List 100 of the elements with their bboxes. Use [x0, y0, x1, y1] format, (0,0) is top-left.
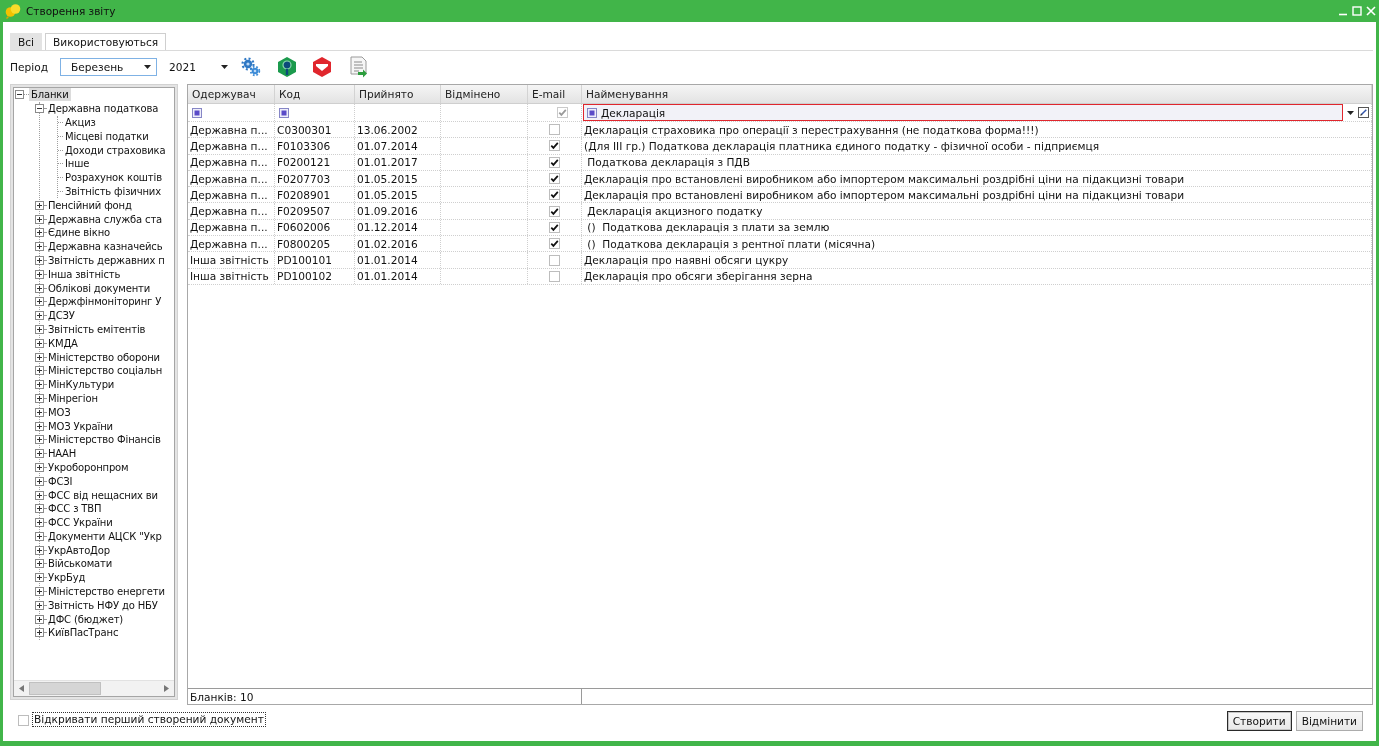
- column-header[interactable]: Одержувач: [188, 85, 275, 103]
- tree-item[interactable]: Державна казначейсь: [46, 240, 165, 254]
- expand-icon[interactable]: [35, 393, 44, 403]
- tree-item[interactable]: Міністерство оборони: [46, 350, 162, 364]
- checkbox[interactable]: [549, 124, 560, 136]
- expand-icon[interactable]: [35, 214, 44, 224]
- expand-icon[interactable]: [35, 614, 44, 624]
- column-header[interactable]: Найменування: [582, 85, 1372, 103]
- caret-icon[interactable]: [1347, 110, 1354, 115]
- tree-item[interactable]: Розрахунок коштів: [63, 171, 164, 185]
- expand-icon[interactable]: [35, 269, 44, 279]
- checkbox[interactable]: [549, 189, 560, 201]
- tree-item[interactable]: ФСС з ТВП: [46, 502, 104, 516]
- tree-item[interactable]: МОЗ України: [46, 419, 115, 433]
- expand-icon[interactable]: [35, 297, 44, 307]
- expand-icon[interactable]: [35, 504, 44, 514]
- tree-item[interactable]: Облікові документи: [46, 281, 153, 295]
- checkbox[interactable]: [549, 238, 560, 250]
- expand-icon[interactable]: [35, 407, 44, 417]
- document-arrow-icon[interactable]: [348, 56, 369, 78]
- tree-item[interactable]: Пенсійний фонд: [46, 198, 134, 212]
- caret-icon[interactable]: [220, 65, 228, 69]
- expand-icon[interactable]: [35, 228, 44, 238]
- tree-item[interactable]: Інша звітність: [46, 267, 123, 281]
- tree-item[interactable]: Місцеві податки: [63, 129, 151, 143]
- tree-item[interactable]: УкрБуд: [46, 571, 88, 585]
- scroll-right-icon[interactable]: [164, 685, 169, 692]
- tree-item[interactable]: ДСЗУ: [46, 309, 77, 323]
- horizontal-scrollbar[interactable]: [14, 680, 174, 696]
- expand-icon[interactable]: [35, 380, 44, 390]
- tree-item[interactable]: КиївПасТранс: [46, 626, 121, 640]
- collapse-icon[interactable]: [15, 90, 24, 100]
- tab[interactable]: Всі: [10, 33, 43, 50]
- hexagon-chevron-icon[interactable]: [310, 56, 333, 78]
- expand-icon[interactable]: [35, 531, 44, 541]
- expand-icon[interactable]: [35, 200, 44, 210]
- tree-item[interactable]: Документи АЦСК "Укр: [46, 529, 164, 543]
- tree-item[interactable]: Міністерство Фінансів: [46, 433, 163, 447]
- expand-icon[interactable]: [35, 449, 44, 459]
- expand-icon[interactable]: [35, 255, 44, 265]
- gears-icon[interactable]: [240, 57, 261, 77]
- tab[interactable]: Використовуються: [45, 33, 167, 50]
- tree-item[interactable]: МОЗ: [46, 405, 73, 419]
- year-dropdown[interactable]: 2021: [168, 58, 228, 76]
- expand-icon[interactable]: [35, 435, 44, 445]
- expand-icon[interactable]: [35, 311, 44, 321]
- caret-icon[interactable]: [143, 65, 151, 69]
- tree-item[interactable]: Звітність НФУ до НБУ: [46, 598, 160, 612]
- cancel-button[interactable]: Відмінити: [1295, 711, 1363, 731]
- tree-item[interactable]: Звітність фізичних: [63, 184, 163, 198]
- tree-item[interactable]: Доходи страховика: [63, 143, 168, 157]
- tree-item[interactable]: КМДА: [46, 336, 80, 350]
- column-header[interactable]: Код: [275, 85, 355, 103]
- tree-item[interactable]: Єдине вікно: [46, 226, 112, 240]
- expand-icon[interactable]: [35, 283, 44, 293]
- checkbox[interactable]: [18, 715, 29, 726]
- expand-icon[interactable]: [35, 338, 44, 348]
- expand-icon[interactable]: [35, 366, 44, 376]
- checkbox[interactable]: [549, 140, 560, 152]
- tree-item[interactable]: УкрАвтоДор: [46, 543, 112, 557]
- month-dropdown[interactable]: Березень: [59, 58, 157, 76]
- tree-item[interactable]: Звітність державних п: [46, 253, 167, 267]
- tree-item[interactable]: ФСС від нещасних ви: [46, 488, 160, 502]
- expand-icon[interactable]: [35, 490, 44, 500]
- checkbox[interactable]: [549, 254, 560, 266]
- expand-icon[interactable]: [35, 352, 44, 362]
- expand-icon[interactable]: [35, 476, 44, 486]
- tree-item[interactable]: Інше: [63, 157, 92, 171]
- create-button[interactable]: Створити: [1226, 711, 1292, 731]
- expand-icon[interactable]: [35, 324, 44, 334]
- tree-item[interactable]: Звітність емітентів: [46, 322, 148, 336]
- column-header[interactable]: Відмінено: [441, 85, 528, 103]
- tree-item[interactable]: Міністерство енергети: [46, 585, 167, 599]
- search-icon[interactable]: [275, 56, 298, 78]
- checkbox[interactable]: [557, 107, 568, 118]
- expand-icon[interactable]: [35, 587, 44, 597]
- square-icon[interactable]: [192, 107, 202, 118]
- column-header[interactable]: E-mail: [528, 85, 582, 103]
- tree-item[interactable]: ФСС України: [46, 516, 115, 530]
- filter-field[interactable]: Декларація: [583, 104, 1343, 121]
- expand-icon[interactable]: [35, 559, 44, 569]
- tree-item[interactable]: Держфінмоніторинг У: [46, 295, 164, 309]
- expand-icon[interactable]: [35, 573, 44, 583]
- checkbox[interactable]: [549, 173, 560, 185]
- close-icon[interactable]: [1366, 6, 1376, 16]
- checkbox[interactable]: [549, 270, 560, 282]
- checkbox[interactable]: [549, 205, 560, 217]
- expand-icon[interactable]: [35, 421, 44, 431]
- expand-icon[interactable]: [35, 600, 44, 610]
- tree-item[interactable]: ДФС (бюджет): [46, 612, 126, 626]
- checkbox-label[interactable]: Відкривати перший створений документ: [32, 712, 266, 727]
- scrollbar-thumb[interactable]: [29, 682, 101, 695]
- scroll-left-icon[interactable]: [19, 685, 24, 692]
- tree-item[interactable]: НААН: [46, 447, 79, 461]
- expand-icon[interactable]: [35, 462, 44, 472]
- expand-icon[interactable]: [35, 518, 44, 528]
- tree-item[interactable]: Укроборонпром: [46, 460, 131, 474]
- tree-item[interactable]: Міністерство соціальн: [46, 364, 165, 378]
- tree-item[interactable]: ФСЗІ: [46, 474, 75, 488]
- edit-icon[interactable]: [1358, 107, 1369, 118]
